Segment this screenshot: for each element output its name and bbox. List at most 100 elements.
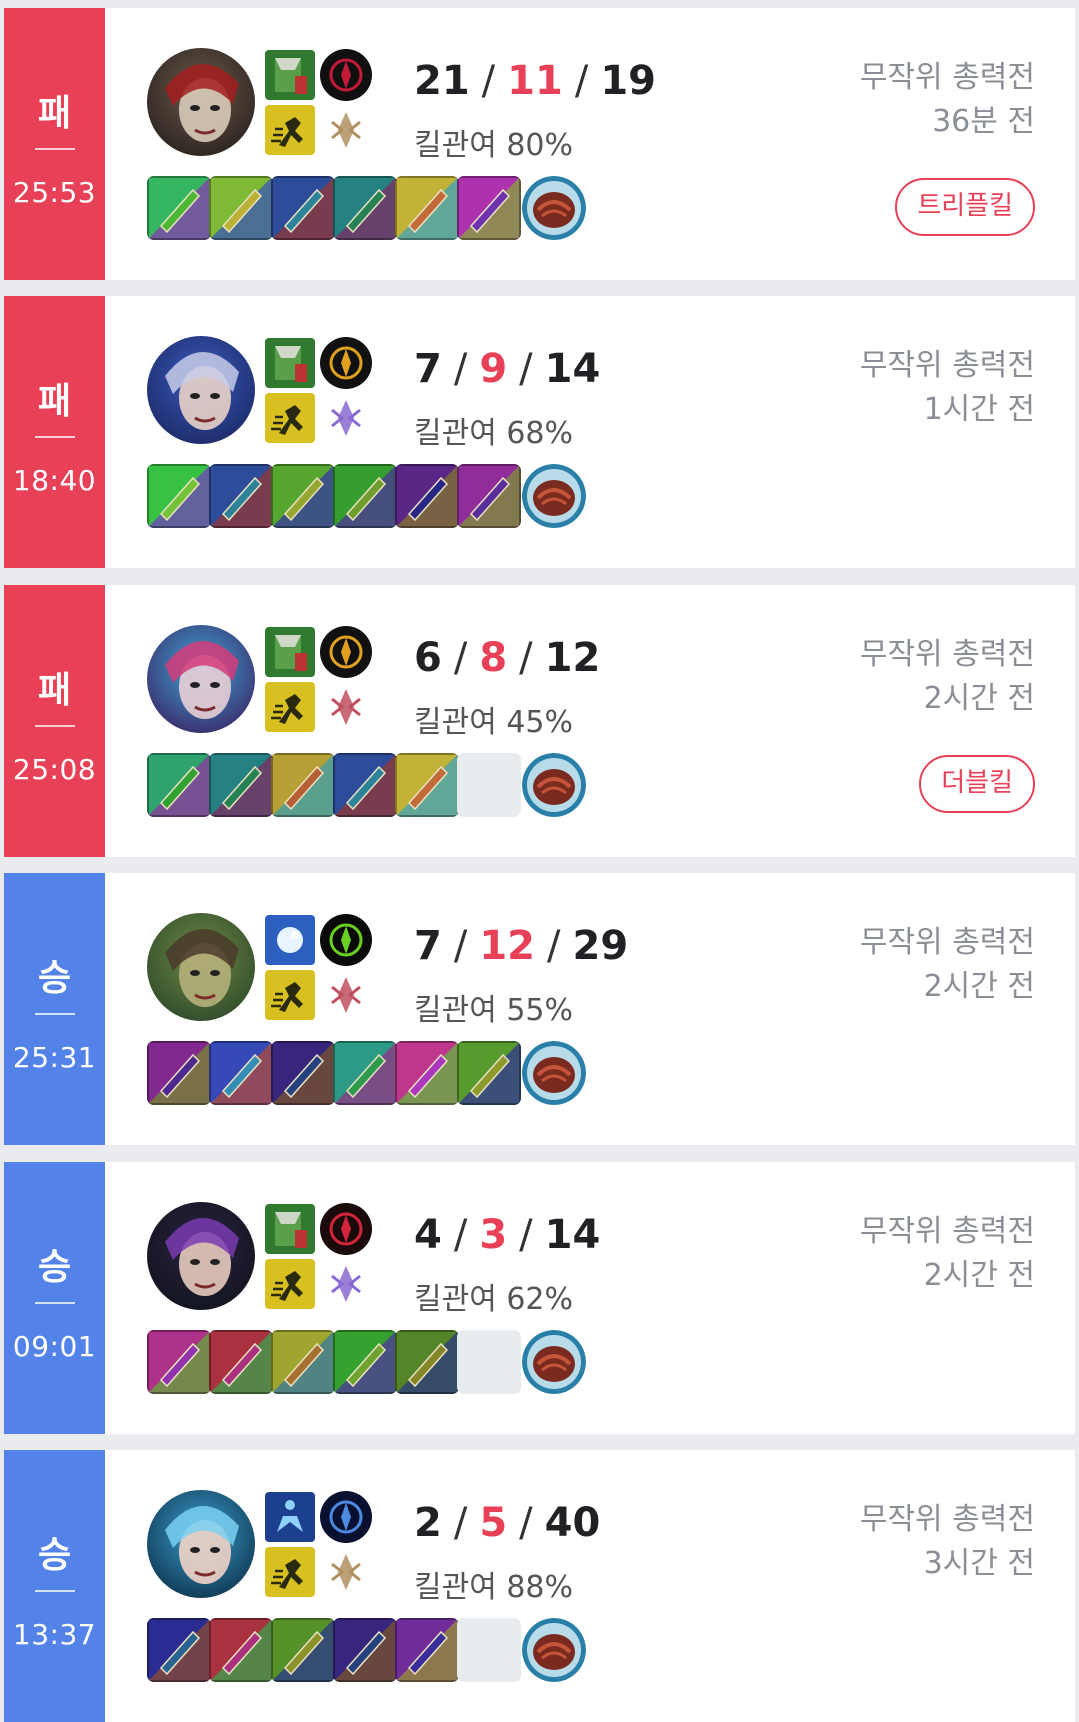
match-card[interactable]: 패 25:53 21/11/19 킬관여 80% 무작위 총력전 36분 전 트… xyxy=(4,8,1075,280)
divider xyxy=(35,724,75,727)
red-dagger-icon[interactable] xyxy=(271,1329,335,1394)
lethal-tempo-icon[interactable] xyxy=(320,337,372,390)
longsword-icon[interactable] xyxy=(333,1329,397,1394)
leather-boots-icon[interactable] xyxy=(209,1329,273,1394)
crossbow-icon[interactable] xyxy=(333,464,397,529)
poro-snax-icon[interactable] xyxy=(522,1618,586,1682)
kda: 7/12/29 xyxy=(414,923,628,969)
gold-scepter-icon[interactable] xyxy=(395,1618,459,1682)
kills: 6 xyxy=(414,634,442,681)
champion-portrait-skull-mask[interactable] xyxy=(147,48,255,156)
time-ago: 2시간 전 xyxy=(923,969,1035,1005)
mark-icon[interactable] xyxy=(265,338,315,389)
precision-tree-icon[interactable] xyxy=(320,680,372,733)
match-card[interactable]: 승 09:01 4/3/14 킬관여 62% 무작위 총력전 2시간 전 xyxy=(4,1161,1075,1434)
poro-snax-icon[interactable] xyxy=(522,464,586,529)
champion-portrait-blue-hood[interactable] xyxy=(147,336,255,445)
mark-icon[interactable] xyxy=(265,50,315,100)
arcane-comet-icon[interactable] xyxy=(320,1491,372,1543)
kda: 2/5/40 xyxy=(414,1500,600,1546)
kda-separator: / xyxy=(519,346,533,393)
inspiration-tree-icon[interactable] xyxy=(320,392,372,445)
match-card[interactable]: 승 13:37 2/5/40 킬관여 88% 무작위 총력전 3시간 전 xyxy=(4,1450,1075,1722)
warmog-icon[interactable] xyxy=(457,1041,521,1106)
lightning-blade-icon[interactable] xyxy=(147,752,211,817)
steel-boots-icon[interactable] xyxy=(333,752,397,817)
multikill-badge: 더블킬 xyxy=(919,754,1035,813)
poro-snax-icon[interactable] xyxy=(522,1329,586,1394)
snowball-icon[interactable] xyxy=(265,915,315,966)
game-duration: 09:01 xyxy=(12,1329,97,1363)
poro-snax-icon[interactable] xyxy=(522,752,586,817)
orb-staff-icon[interactable] xyxy=(147,176,211,240)
mark-icon[interactable] xyxy=(265,1203,315,1254)
match-card[interactable]: 패 18:40 7/9/14 킬관여 68% 무작위 총력전 1시간 전 xyxy=(4,296,1075,569)
kda-separator: / xyxy=(453,923,468,970)
scythe-icon[interactable] xyxy=(147,1329,211,1394)
steel-boots-icon[interactable] xyxy=(209,464,273,529)
ghost-icon[interactable] xyxy=(265,393,315,444)
deaths: 9 xyxy=(479,346,508,393)
kda: 21/11/19 xyxy=(414,58,656,104)
assists: 14 xyxy=(544,1211,601,1258)
ghost-icon[interactable] xyxy=(265,681,315,732)
kda: 7/9/14 xyxy=(414,346,600,392)
sunfire-icon[interactable] xyxy=(147,1041,211,1106)
purple-shield-icon[interactable] xyxy=(271,1041,335,1106)
match-card[interactable]: 패 25:08 6/8/12 킬관여 45% 무작위 총력전 2시간 전 더블킬 xyxy=(4,584,1075,857)
game-duration: 25:08 xyxy=(12,752,97,786)
ghost-icon[interactable] xyxy=(265,1258,315,1309)
result-bar: 패 25:08 xyxy=(4,584,105,857)
purple-blade-icon[interactable] xyxy=(209,176,273,240)
champion-portrait-blue-hair[interactable] xyxy=(147,624,255,733)
clarity-icon[interactable] xyxy=(265,1492,315,1542)
red-sword-icon[interactable] xyxy=(147,464,211,529)
ghost-icon[interactable] xyxy=(265,105,315,155)
fire-wand-icon[interactable] xyxy=(271,1618,335,1682)
lethal-tempo-icon[interactable] xyxy=(320,625,372,678)
result-bar: 승 25:31 xyxy=(4,873,105,1146)
teal-staff-icon[interactable] xyxy=(147,1618,211,1682)
champion-portrait-top-hat[interactable] xyxy=(147,1201,255,1310)
aftershock-icon[interactable] xyxy=(320,914,372,967)
armor-plate-icon[interactable] xyxy=(209,1041,273,1106)
spear-icon[interactable] xyxy=(395,752,459,817)
champion-portrait-blue-mage[interactable] xyxy=(147,1490,255,1598)
leather-boots-icon[interactable] xyxy=(209,1618,273,1682)
result-bar: 패 25:53 xyxy=(4,8,105,280)
poro-snax-icon[interactable] xyxy=(522,176,586,240)
sorcery-tree-icon[interactable] xyxy=(320,1546,372,1598)
predator-icon[interactable] xyxy=(320,1202,372,1255)
dark-cleaver-icon[interactable] xyxy=(457,464,521,529)
red-greatsword-icon[interactable] xyxy=(271,752,335,817)
green-claw-icon[interactable] xyxy=(333,176,397,240)
axe-icon[interactable] xyxy=(395,464,459,529)
purple-wave-icon[interactable] xyxy=(457,176,521,240)
mark-icon[interactable] xyxy=(265,626,315,677)
steel-boots-icon[interactable] xyxy=(271,176,335,240)
game-mode: 무작위 총력전 xyxy=(859,348,1035,384)
time-ago: 2시간 전 xyxy=(923,1257,1035,1293)
frost-bow-icon[interactable] xyxy=(209,752,273,817)
moss-armor-icon[interactable] xyxy=(395,1041,459,1106)
result-bar: 패 18:40 xyxy=(4,296,105,569)
ghost-icon[interactable] xyxy=(265,970,315,1021)
champion-portrait-mummy[interactable] xyxy=(147,913,255,1022)
deaths: 11 xyxy=(507,58,563,104)
dark-harvest-icon[interactable] xyxy=(320,49,372,101)
ruby-icon[interactable] xyxy=(395,1329,459,1394)
precision-tree-icon[interactable] xyxy=(320,969,372,1022)
pink-tome-icon[interactable] xyxy=(333,1618,397,1682)
red-boots-icon[interactable] xyxy=(333,1041,397,1106)
spear-icon[interactable] xyxy=(395,176,459,240)
time-ago: 2시간 전 xyxy=(923,680,1035,716)
ghost-icon[interactable] xyxy=(265,1547,315,1597)
kill-participation: 킬관여 80% xyxy=(414,128,574,163)
kda: 6/8/12 xyxy=(414,635,600,681)
dagger-icon[interactable] xyxy=(271,464,335,529)
sorcery-tree-icon[interactable] xyxy=(320,104,372,156)
inspiration-tree-icon[interactable] xyxy=(320,1257,372,1310)
kda-separator: / xyxy=(519,634,533,681)
poro-snax-icon[interactable] xyxy=(522,1041,586,1106)
match-card[interactable]: 승 25:31 7/12/29 킬관여 55% 무작위 총력전 2시간 전 xyxy=(4,873,1075,1146)
